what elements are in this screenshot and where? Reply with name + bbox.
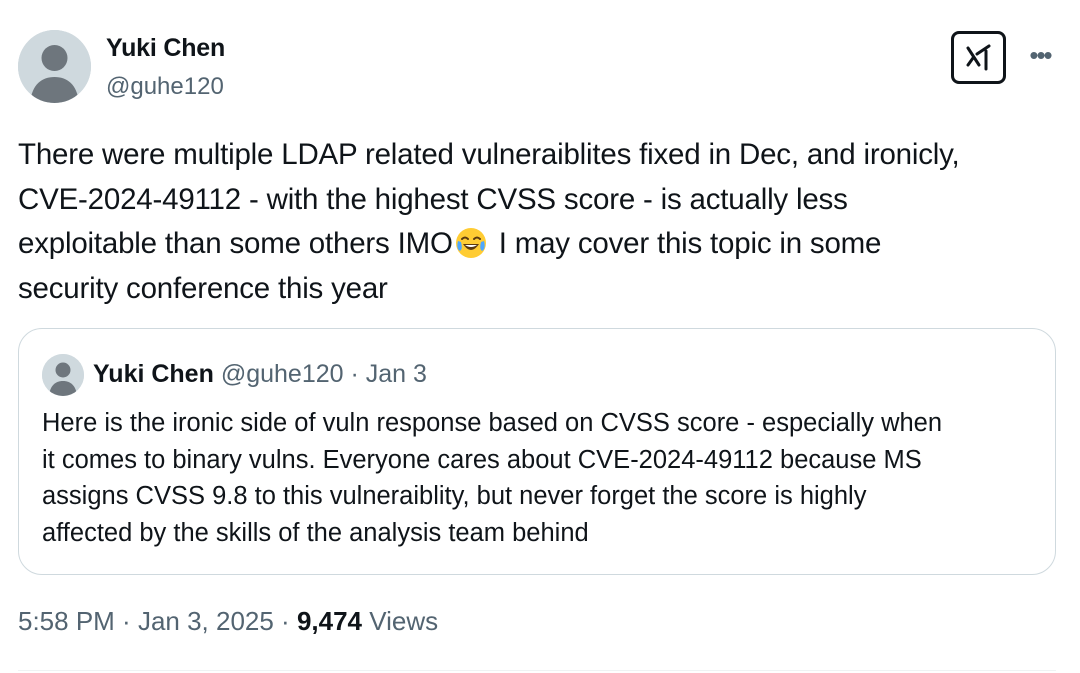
divider — [18, 670, 1056, 671]
default-profile-icon — [42, 354, 84, 396]
quoted-text-line: affected by the skills of the analysis t… — [42, 518, 589, 547]
default-profile-icon — [18, 30, 91, 103]
quoted-tweet-header: Yuki Chen @guhe120 · Jan 3 — [93, 360, 427, 389]
author-handle[interactable]: @guhe120 — [106, 73, 224, 101]
tweet-line: exploitable than some others IMO I may c… — [18, 222, 1063, 267]
more-options-button[interactable]: ••• — [1024, 40, 1056, 70]
tweet-segment: I may cover this topic in some — [490, 227, 882, 260]
more-options-icon: ••• — [1029, 39, 1052, 70]
quoted-text-line: Here is the ironic side of vuln response… — [42, 409, 943, 437]
quoted-text-line: it comes to binary vulns. Everyone cares… — [42, 445, 922, 474]
grok-icon — [966, 44, 990, 70]
separator: · — [114, 606, 138, 636]
separator: · — [273, 606, 297, 636]
tweet-line: CVE-2024-49112 - with the highest CVSS s… — [18, 182, 848, 216]
tweet-time[interactable]: 5:58 PM — [18, 606, 115, 636]
tweet-segment: exploitable than some others IMO — [18, 227, 453, 260]
tweet-line: security conference this year — [18, 271, 388, 305]
quoted-tweet-text: Here is the ironic side of vuln response… — [42, 405, 1042, 551]
quoted-tweet[interactable]: Yuki Chen @guhe120 · Jan 3 Here is the i… — [18, 328, 1056, 575]
quoted-author-avatar — [42, 354, 84, 396]
quoted-author-name: Yuki Chen — [93, 360, 214, 388]
views-count[interactable]: 9,474 — [297, 606, 362, 636]
author-name[interactable]: Yuki Chen — [106, 34, 225, 63]
face-with-tears-of-joy-icon — [455, 227, 487, 259]
tweet-date[interactable]: Jan 3, 2025 — [138, 606, 274, 636]
separator: · — [343, 360, 366, 388]
quoted-tweet-date: Jan 3 — [365, 360, 427, 388]
quoted-text-line: assigns CVSS 9.8 to this vulneraiblity, … — [42, 482, 867, 510]
author-avatar[interactable] — [18, 30, 91, 103]
tweet-line: There were multiple LDAP related vulnera… — [18, 138, 960, 171]
views-label: Views — [362, 606, 439, 636]
tweet-metadata: 5:58 PM · Jan 3, 2025 · 9,474 Views — [18, 606, 438, 637]
tweet-text: There were multiple LDAP related vulnera… — [18, 133, 1063, 311]
quoted-author-handle: @guhe120 — [220, 360, 344, 388]
grok-button[interactable] — [951, 31, 1006, 84]
